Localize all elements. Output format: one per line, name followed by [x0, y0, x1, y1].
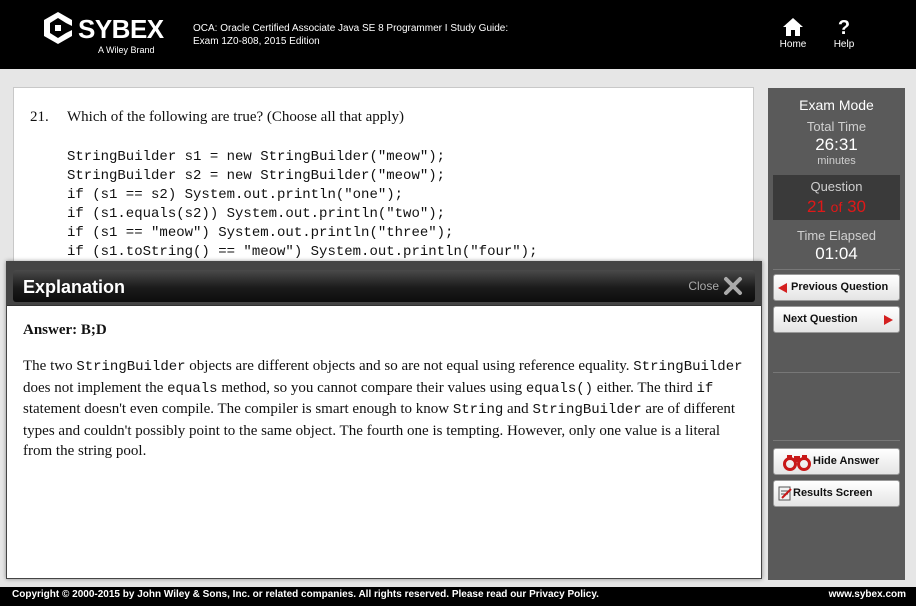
exam-mode-title: Exam Mode — [799, 97, 874, 113]
explanation-segment: and — [503, 401, 533, 417]
explanation-segment: statement doesn't even compile. The comp… — [23, 401, 453, 417]
book-title-line-2: Exam 1Z0-808, 2015 Edition — [193, 36, 320, 47]
question-number: 21. — [30, 109, 49, 125]
help-label: Help — [833, 39, 855, 50]
explanation-segment: method, so you cannot compare their valu… — [217, 379, 526, 396]
question-counter: 21 of 30 — [773, 197, 900, 217]
explanation-dialog: Explanation Close Answer: B;D The two St… — [6, 261, 762, 579]
app-header: SYBEX A Wiley Brand OCA: Oracle Certifie… — [0, 0, 916, 69]
explanation-segment: The two — [23, 358, 77, 374]
close-label: Close — [688, 279, 719, 293]
brand-name: SYBEX — [78, 14, 164, 44]
total-time-value: 26:31 — [815, 135, 858, 154]
explanation-text: The two StringBuilder objects are differ… — [23, 356, 747, 462]
question-current: 21 — [807, 197, 826, 216]
home-button[interactable]: Home — [773, 17, 813, 50]
question-label: Question — [810, 179, 863, 194]
code-term: StringBuilder — [532, 402, 642, 418]
sybex-logo[interactable]: SYBEX A Wiley Brand — [42, 12, 167, 56]
explanation-segment: either. The third — [593, 379, 697, 396]
explanation-segment: does not implement the — [23, 379, 168, 396]
home-label: Home — [779, 39, 807, 50]
question-panel: 21. Which of the following are true? (Ch… — [13, 87, 754, 287]
binoculars-icon — [783, 455, 811, 471]
results-screen-label: Results Screen — [793, 487, 873, 499]
close-button[interactable]: Close — [688, 275, 743, 297]
code-term: String — [452, 402, 504, 418]
explanation-segment: objects are different objects and so are… — [185, 358, 634, 374]
next-question-label: Next Question — [783, 313, 858, 325]
code-term: if — [696, 380, 714, 397]
results-screen-button[interactable]: Results Screen — [773, 480, 900, 507]
brand-subtitle: A Wiley Brand — [98, 45, 155, 55]
results-document-icon — [778, 486, 792, 501]
code-term: equals() — [525, 380, 594, 397]
answer-text: Answer: B;D — [23, 322, 107, 338]
previous-question-label: Previous Question — [791, 281, 889, 293]
time-elapsed-value: 01:04 — [815, 244, 858, 263]
question-text: Which of the following are true? (Choose… — [67, 109, 404, 125]
hide-answer-label: Hide Answer — [813, 455, 880, 467]
explanation-title-bar: Explanation Close — [13, 270, 755, 302]
explanation-header: Explanation Close — [7, 262, 761, 306]
svg-text:?: ? — [838, 17, 850, 37]
question-code: StringBuilder s1 = new StringBuilder("me… — [67, 149, 538, 260]
close-icon — [724, 277, 742, 295]
time-elapsed-label: Time Elapsed — [797, 228, 876, 243]
arrow-left-icon — [778, 283, 787, 293]
question-counter-box: Question 21 of 30 — [773, 175, 900, 220]
arrow-right-icon — [884, 315, 893, 325]
site-link[interactable]: www.sybex.com — [829, 589, 906, 600]
sidebar-divider — [773, 440, 900, 441]
exam-sidebar: Exam Mode Total Time 26:31 minutes Quest… — [768, 88, 905, 580]
code-term: StringBuilder — [633, 359, 743, 375]
footer: Copyright © 2000-2015 by John Wiley & So… — [0, 587, 916, 606]
question-total: 30 — [847, 197, 866, 216]
explanation-body: Answer: B;D The two StringBuilder object… — [23, 322, 747, 462]
code-term: equals — [167, 380, 218, 397]
copyright-text: Copyright © 2000-2015 by John Wiley & So… — [12, 589, 599, 600]
home-icon — [783, 18, 803, 36]
hide-answer-button[interactable]: Hide Answer — [773, 448, 900, 475]
book-title-line-1: OCA: Oracle Certified Associate Java SE … — [193, 23, 509, 34]
next-question-button[interactable]: Next Question — [773, 306, 900, 333]
code-term: StringBuilder — [76, 359, 186, 375]
sidebar-divider — [773, 269, 900, 270]
question-of: of — [830, 199, 843, 215]
previous-question-button[interactable]: Previous Question — [773, 274, 900, 301]
sidebar-divider — [773, 372, 900, 373]
total-time-label: Total Time — [806, 119, 867, 134]
book-title: OCA: Oracle Certified Associate Java SE … — [193, 22, 508, 48]
question-mark-icon: ? — [838, 17, 850, 37]
total-time-unit: minutes — [817, 155, 856, 167]
sybex-logo-icon — [44, 12, 72, 44]
explanation-title: Explanation — [23, 277, 126, 297]
help-button[interactable]: ? Help — [824, 17, 864, 50]
